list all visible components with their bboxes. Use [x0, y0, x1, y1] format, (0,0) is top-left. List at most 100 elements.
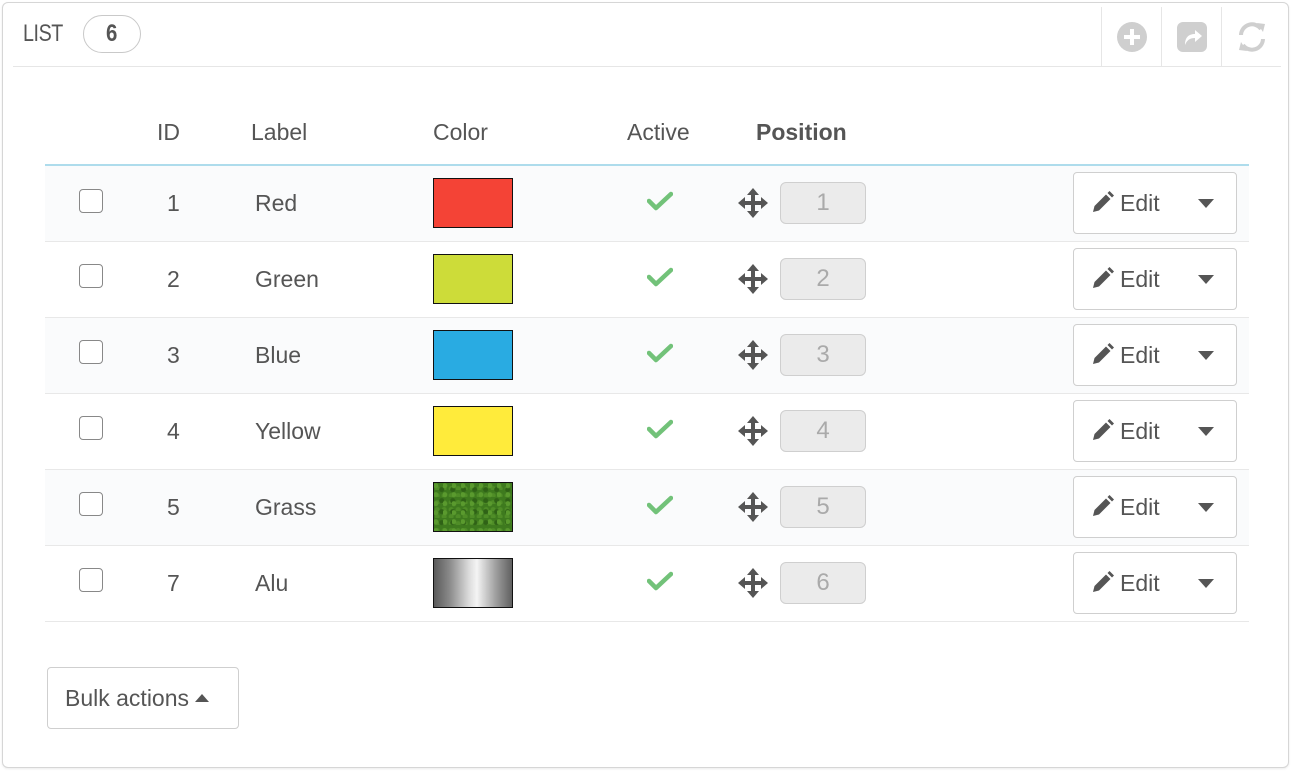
- bulk-actions-label: Bulk actions: [65, 684, 190, 711]
- check-icon[interactable]: [647, 419, 673, 439]
- pencil-icon: [1090, 495, 1114, 519]
- color-swatch: [433, 406, 513, 456]
- drag-handle-icon[interactable]: [738, 340, 768, 370]
- edit-button[interactable]: Edit: [1073, 400, 1237, 462]
- panel-title: LIST: [23, 20, 63, 47]
- pencil-icon: [1090, 343, 1114, 367]
- column-header-position[interactable]: Position: [756, 101, 1067, 166]
- row-checkbox[interactable]: [79, 340, 103, 365]
- row-color-cell: [433, 393, 627, 470]
- count-value: 6: [106, 20, 118, 47]
- row-color-cell: [433, 545, 627, 622]
- row-actions-cell: Edit: [1067, 241, 1249, 318]
- list-panel: LIST 6 ID Label Color Active Position 1 …: [2, 2, 1289, 768]
- pencil-icon: [1090, 419, 1114, 443]
- row-label: Alu: [251, 545, 433, 622]
- table-row: 7 Alu 6 Edit: [45, 545, 1249, 622]
- row-checkbox[interactable]: [79, 492, 103, 517]
- table-header-row: ID Label Color Active Position: [45, 101, 1249, 166]
- table-row: 4 Yellow 4 Edit: [45, 393, 1249, 470]
- row-checkbox[interactable]: [79, 264, 103, 289]
- panel-heading: LIST 6: [13, 3, 1281, 67]
- row-active-cell: [627, 469, 756, 546]
- actions-column-header: [1067, 101, 1249, 166]
- row-select-cell: [45, 469, 155, 546]
- color-swatch: [433, 330, 513, 380]
- row-checkbox[interactable]: [79, 568, 103, 593]
- table-row: 5 Grass 5 Edit: [45, 469, 1249, 546]
- edit-button[interactable]: Edit: [1073, 248, 1237, 310]
- column-header-color[interactable]: Color: [433, 101, 627, 166]
- row-id: 1: [155, 165, 251, 242]
- row-label: Green: [251, 241, 433, 318]
- pencil-icon: [1090, 267, 1114, 291]
- add-new-button[interactable]: [1101, 7, 1161, 67]
- count-badge: 6: [83, 15, 141, 53]
- row-actions-cell: Edit: [1067, 469, 1249, 546]
- column-header-id[interactable]: ID: [155, 101, 251, 166]
- column-header-active[interactable]: Active: [627, 101, 756, 166]
- edit-button[interactable]: Edit: [1073, 476, 1237, 538]
- position-value: 5: [780, 486, 866, 528]
- row-select-cell: [45, 545, 155, 622]
- check-icon[interactable]: [647, 343, 673, 363]
- position-value: 1: [780, 182, 866, 225]
- check-icon[interactable]: [647, 191, 673, 211]
- chevron-down-icon[interactable]: [1198, 350, 1214, 360]
- chevron-down-icon[interactable]: [1198, 426, 1214, 436]
- list-table: ID Label Color Active Position 1 Red 1 E…: [45, 101, 1249, 622]
- row-color-cell: [433, 469, 627, 546]
- row-id: 4: [155, 393, 251, 470]
- row-select-cell: [45, 317, 155, 394]
- row-active-cell: [627, 241, 756, 318]
- edit-button[interactable]: Edit: [1073, 324, 1237, 386]
- export-button[interactable]: [1161, 7, 1221, 67]
- chevron-down-icon[interactable]: [1198, 578, 1214, 588]
- row-id: 2: [155, 241, 251, 318]
- edit-button[interactable]: Edit: [1073, 172, 1237, 235]
- row-actions-cell: Edit: [1067, 165, 1249, 242]
- row-position-cell: 6: [738, 545, 1067, 622]
- color-swatch: [433, 178, 513, 229]
- row-position-cell: 4: [738, 393, 1067, 470]
- row-actions-cell: Edit: [1067, 545, 1249, 622]
- row-id: 5: [155, 469, 251, 546]
- drag-handle-icon[interactable]: [738, 492, 768, 522]
- check-icon[interactable]: [647, 571, 673, 591]
- row-select-cell: [45, 393, 155, 470]
- table-row: 2 Green 2 Edit: [45, 241, 1249, 318]
- select-column-header: [45, 101, 155, 166]
- table-row: 3 Blue 3 Edit: [45, 317, 1249, 394]
- drag-handle-icon[interactable]: [738, 264, 768, 294]
- row-select-cell: [45, 165, 155, 242]
- position-value: 3: [780, 334, 866, 376]
- drag-handle-icon[interactable]: [738, 188, 768, 219]
- row-id: 3: [155, 317, 251, 394]
- refresh-icon: [1238, 22, 1265, 52]
- add-new-icon: [1116, 22, 1147, 52]
- column-header-label[interactable]: Label: [251, 101, 433, 166]
- row-active-cell: [627, 545, 756, 622]
- table-row: 1 Red 1 Edit: [45, 165, 1249, 242]
- drag-handle-icon[interactable]: [738, 568, 768, 598]
- row-actions-cell: Edit: [1067, 317, 1249, 394]
- color-swatch: [433, 254, 513, 304]
- row-color-cell: [433, 165, 627, 242]
- check-icon[interactable]: [647, 495, 673, 515]
- drag-handle-icon[interactable]: [738, 416, 768, 446]
- row-checkbox[interactable]: [79, 416, 103, 441]
- chevron-down-icon[interactable]: [1198, 198, 1214, 208]
- edit-label: Edit: [1120, 493, 1160, 520]
- check-icon[interactable]: [647, 267, 673, 287]
- edit-label: Edit: [1120, 265, 1160, 292]
- row-label: Grass: [251, 469, 433, 546]
- row-position-cell: 2: [738, 241, 1067, 318]
- row-id: 7: [155, 545, 251, 622]
- bulk-actions-button[interactable]: Bulk actions: [47, 667, 239, 729]
- position-value: 6: [780, 562, 866, 604]
- refresh-button[interactable]: [1221, 7, 1281, 67]
- row-checkbox[interactable]: [79, 188, 103, 213]
- edit-button[interactable]: Edit: [1073, 552, 1237, 614]
- chevron-down-icon[interactable]: [1198, 502, 1214, 512]
- chevron-down-icon[interactable]: [1198, 274, 1214, 284]
